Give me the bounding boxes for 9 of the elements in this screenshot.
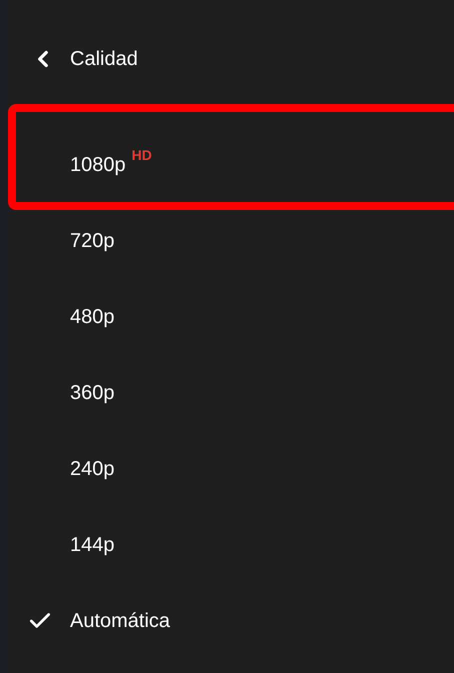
quality-option[interactable]: Automática [70, 606, 170, 636]
back-button[interactable]: Calidad [30, 44, 138, 74]
quality-option[interactable]: 480p [70, 302, 114, 332]
quality-option[interactable]: 1080p [70, 150, 126, 180]
quality-option[interactable]: 360p [70, 378, 114, 408]
quality-option[interactable]: 144p [70, 530, 114, 560]
hd-label: HD [132, 146, 152, 164]
quality-option[interactable]: 240p [70, 454, 114, 484]
quality-option[interactable]: 720p [70, 226, 114, 256]
